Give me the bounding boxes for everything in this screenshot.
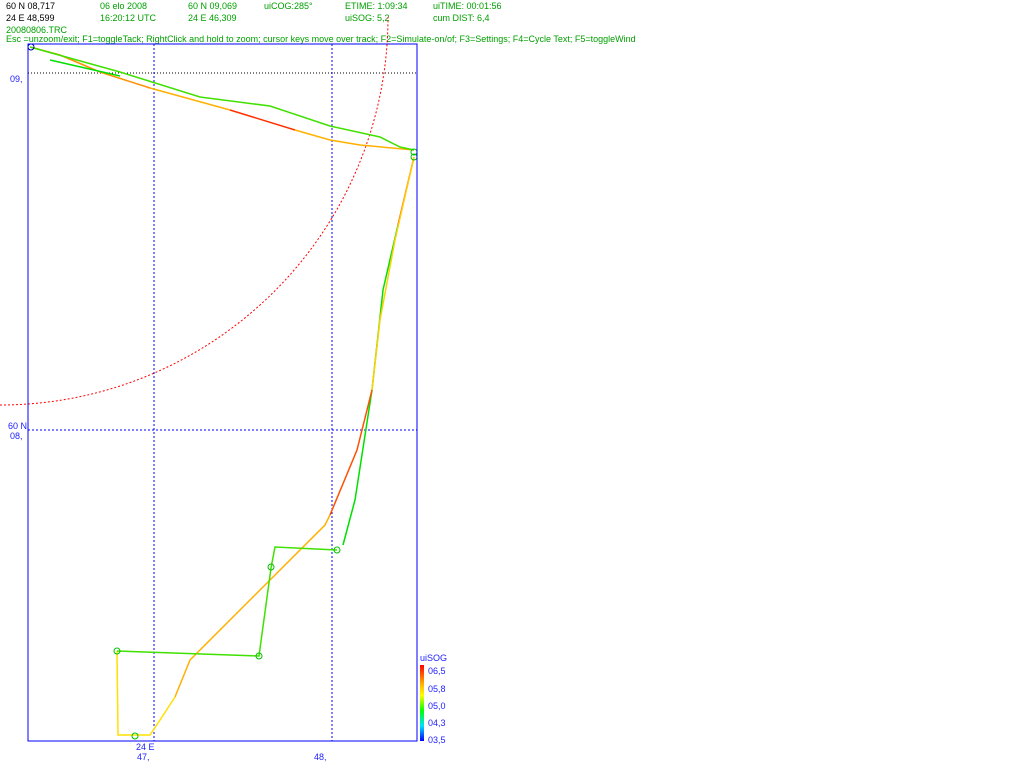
legend-color-scale [420, 665, 424, 741]
track-segment-loop-1 [116, 546, 338, 657]
lat-label-top: 09, [10, 74, 23, 84]
legend-tick: 03,5 [428, 735, 446, 745]
track-segment-desc-5 [174, 514, 331, 698]
legend-tick: 04,3 [428, 718, 446, 728]
track-segment-desc-3 [371, 156, 415, 391]
range-circle [0, 16, 389, 406]
legend-tick: 05,0 [428, 701, 446, 711]
track-segment-upper-5 [29, 46, 415, 151]
lon-label-left-1: 24 E [136, 742, 155, 752]
track-segment-upper-1 [29, 46, 151, 89]
track-marker [131, 732, 139, 740]
legend-tick: 06,5 [428, 666, 446, 676]
track-segment-upper-3 [229, 109, 296, 131]
lat-label-mid-2: 08, [10, 431, 23, 441]
track-segment-desc-6 [116, 650, 176, 736]
track-segment-desc-2 [342, 224, 399, 546]
lat-label-mid-1: 60 N [8, 421, 28, 431]
legend-tick: 05,8 [428, 684, 446, 694]
plot-frame [27, 43, 418, 742]
track-plot[interactable] [0, 0, 1024, 768]
lon-label-right: 48, [314, 752, 327, 762]
track-segment-desc-4 [329, 389, 373, 516]
lon-label-left-2: 47, [137, 752, 150, 762]
track-segment-upper-4 [294, 129, 415, 151]
legend-title: uiSOG [420, 653, 448, 663]
